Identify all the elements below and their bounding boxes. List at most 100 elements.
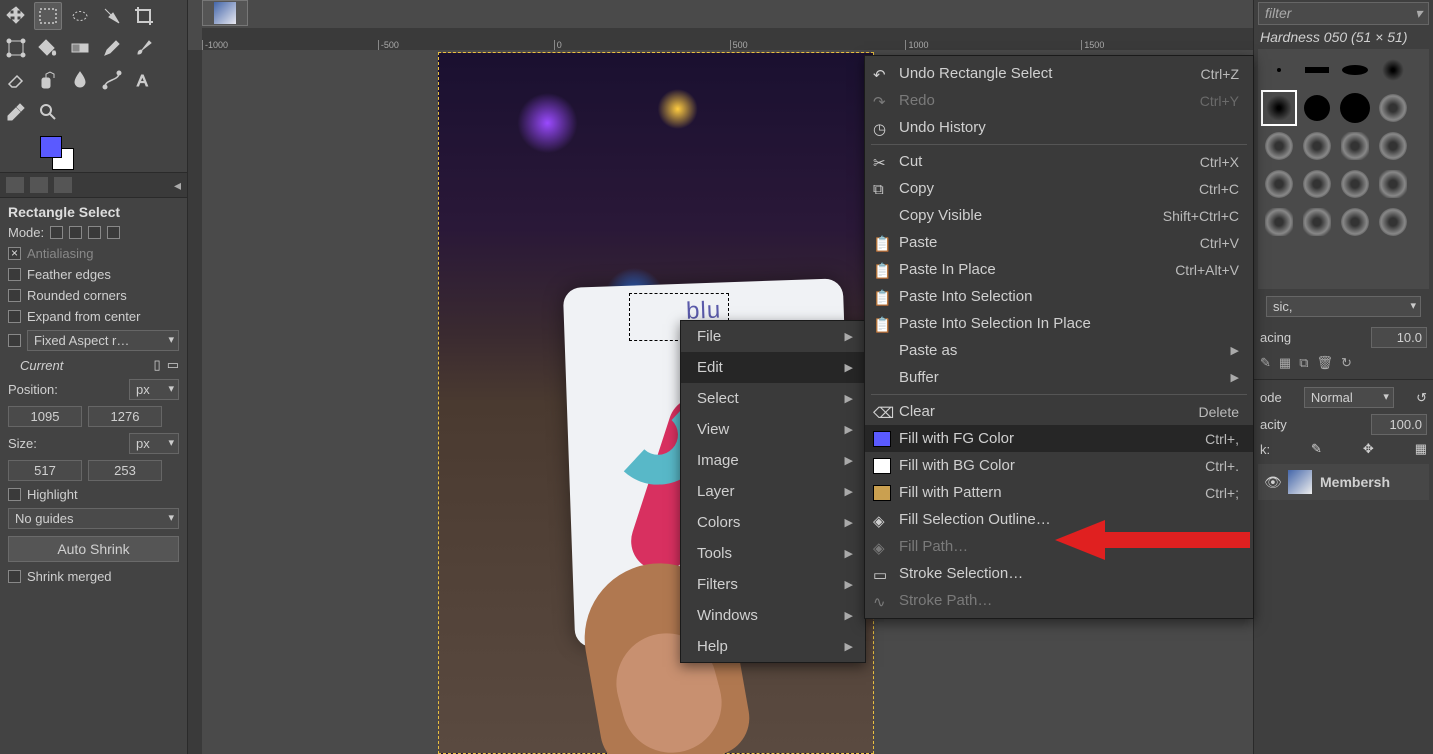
position-x[interactable]: 1095 [8, 406, 82, 427]
tab-device-icon[interactable] [30, 177, 48, 193]
color-picker-tool[interactable] [2, 98, 30, 126]
size-h[interactable]: 253 [88, 460, 162, 481]
antialiasing-checkbox[interactable] [8, 247, 21, 260]
edit-fill-pattern[interactable]: Fill with PatternCtrl+; [865, 479, 1253, 506]
brush-item[interactable] [1299, 128, 1335, 164]
brush-item[interactable] [1337, 128, 1373, 164]
lock-pixels-icon[interactable]: ✎ [1311, 441, 1322, 457]
pencil-tool[interactable] [98, 34, 126, 62]
image-tab[interactable] [202, 0, 248, 26]
edit-paste-into-sel-ip[interactable]: 📋Paste Into Selection In Place [865, 310, 1253, 337]
landscape-icon[interactable]: ▭ [167, 357, 179, 373]
lock-position-icon[interactable]: ✥ [1363, 441, 1374, 457]
brush-item[interactable] [1337, 52, 1373, 88]
menu-view[interactable]: View▶ [681, 414, 865, 445]
fixed-checkbox[interactable] [8, 334, 21, 347]
brush-filter-input[interactable]: filter▾ [1258, 2, 1429, 25]
edit-copy-visible[interactable]: Copy VisibleShift+Ctrl+C [865, 202, 1253, 229]
size-unit[interactable]: px [129, 433, 179, 454]
menu-image[interactable]: Image▶ [681, 445, 865, 476]
lock-alpha-icon[interactable]: ▦ [1415, 441, 1427, 457]
feather-checkbox[interactable] [8, 268, 21, 281]
auto-shrink-button[interactable]: Auto Shrink [8, 536, 179, 562]
edit-redo[interactable]: ↷RedoCtrl+Y [865, 87, 1253, 114]
brush-preset-combo[interactable]: sic, [1266, 296, 1421, 317]
tab-tool-options-icon[interactable] [6, 177, 24, 193]
menu-colors[interactable]: Colors▶ [681, 507, 865, 538]
brush-item[interactable] [1375, 204, 1411, 240]
antialiasing-row[interactable]: Antialiasing [0, 243, 187, 264]
brush-grid[interactable] [1258, 49, 1429, 289]
brush-item[interactable] [1299, 90, 1335, 126]
edit-stroke-sel[interactable]: ▭Stroke Selection… [865, 560, 1253, 587]
brush-item[interactable] [1261, 204, 1297, 240]
edit-undo[interactable]: ↶Undo Rectangle SelectCtrl+Z [865, 60, 1253, 87]
fixed-combo[interactable]: Fixed Aspect r… [27, 330, 179, 351]
brush-item[interactable] [1375, 166, 1411, 202]
brush-item[interactable] [1337, 166, 1373, 202]
shrink-merged-checkbox[interactable] [8, 570, 21, 583]
menu-filters[interactable]: Filters▶ [681, 569, 865, 600]
edit-paste[interactable]: 📋PasteCtrl+V [865, 229, 1253, 256]
brush-item-selected[interactable] [1261, 90, 1297, 126]
tab-menu-icon[interactable]: ◂ [174, 177, 181, 193]
paintbrush-tool[interactable] [130, 34, 158, 62]
brush-item[interactable] [1375, 52, 1411, 88]
fixed-row[interactable]: Fixed Aspect r… [0, 327, 187, 354]
edit-paste-as[interactable]: Paste as▶ [865, 337, 1253, 364]
eraser-tool[interactable] [2, 66, 30, 94]
smudge-tool[interactable] [66, 66, 94, 94]
portrait-icon[interactable]: ▯ [154, 357, 161, 373]
opacity-value[interactable]: 100.0 [1371, 414, 1427, 435]
new-brush-icon[interactable]: ▦ [1279, 355, 1291, 371]
edit-clear[interactable]: ⌫ClearDelete [865, 398, 1253, 425]
mode-add-icon[interactable] [69, 226, 82, 239]
brush-item[interactable] [1261, 52, 1297, 88]
path-tool[interactable] [98, 66, 126, 94]
menu-edit[interactable]: Edit▶ [681, 352, 865, 383]
brush-item[interactable] [1375, 128, 1411, 164]
brush-item[interactable] [1299, 204, 1335, 240]
brush-item[interactable] [1299, 52, 1335, 88]
menu-layer[interactable]: Layer▶ [681, 476, 865, 507]
dropdown-icon[interactable]: ▾ [1415, 5, 1422, 22]
layer-mode-combo[interactable]: Normal [1304, 387, 1394, 408]
layer-item[interactable]: 👁 Membersh [1258, 464, 1429, 500]
highlight-checkbox[interactable] [8, 488, 21, 501]
edit-undo-history[interactable]: ◷Undo History [865, 114, 1253, 141]
menu-select[interactable]: Select▶ [681, 383, 865, 414]
free-select-tool[interactable] [66, 2, 94, 30]
menu-help[interactable]: Help▶ [681, 631, 865, 662]
color-swatches[interactable] [40, 136, 80, 172]
fuzzy-select-tool[interactable] [98, 2, 126, 30]
edit-brush-icon[interactable]: ✎ [1260, 355, 1271, 371]
edit-copy[interactable]: ⧉CopyCtrl+C [865, 175, 1253, 202]
edit-paste-into-sel[interactable]: 📋Paste Into Selection [865, 283, 1253, 310]
brush-item[interactable] [1299, 166, 1335, 202]
layer-visibility-icon[interactable]: 👁 [1264, 474, 1280, 491]
mode-subtract-icon[interactable] [88, 226, 101, 239]
brush-item[interactable] [1375, 90, 1411, 126]
edit-fill-path[interactable]: ◈Fill Path… [865, 533, 1253, 560]
edit-fill-fg[interactable]: Fill with FG ColorCtrl+, [865, 425, 1253, 452]
gradient-tool[interactable] [66, 34, 94, 62]
edit-fill-bg[interactable]: Fill with BG ColorCtrl+. [865, 452, 1253, 479]
crop-tool[interactable] [130, 2, 158, 30]
fg-color-swatch[interactable] [40, 136, 62, 158]
layer-name[interactable]: Membersh [1320, 474, 1390, 490]
expand-row[interactable]: Expand from center [0, 306, 187, 327]
transform-tool[interactable] [2, 34, 30, 62]
bucket-fill-tool[interactable] [34, 34, 62, 62]
rect-select-tool[interactable] [34, 2, 62, 30]
expand-checkbox[interactable] [8, 310, 21, 323]
menu-file[interactable]: File▶ [681, 321, 865, 352]
spacing-value[interactable]: 10.0 [1371, 327, 1427, 348]
mode-replace-icon[interactable] [50, 226, 63, 239]
brush-item[interactable] [1337, 204, 1373, 240]
aspect-value[interactable]: Current [8, 358, 148, 373]
edit-stroke-path[interactable]: ∿Stroke Path… [865, 587, 1253, 614]
duplicate-brush-icon[interactable]: ⧉ [1299, 355, 1308, 371]
rounded-checkbox[interactable] [8, 289, 21, 302]
shrink-merged-row[interactable]: Shrink merged [0, 566, 187, 587]
size-w[interactable]: 517 [8, 460, 82, 481]
